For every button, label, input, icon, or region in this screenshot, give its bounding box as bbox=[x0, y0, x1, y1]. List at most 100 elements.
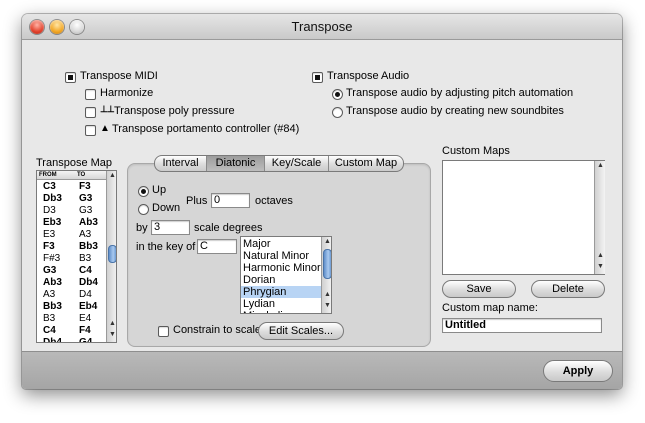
list-item[interactable]: Phrygian bbox=[241, 286, 321, 298]
scroll-up-icon[interactable]: ▲ bbox=[595, 161, 606, 171]
edit-scales-button[interactable]: Edit Scales... bbox=[258, 322, 344, 340]
from-note: Db4 bbox=[43, 337, 62, 343]
scale-degrees-input[interactable]: 3 bbox=[151, 220, 190, 235]
tab-diatonic[interactable]: Diatonic bbox=[207, 156, 265, 171]
from-column-header: FROM bbox=[39, 172, 57, 178]
custom-maps-title: Custom Maps bbox=[442, 145, 510, 157]
table-row[interactable]: Eb3 Ab3 bbox=[37, 217, 106, 229]
from-note: C3 bbox=[43, 181, 56, 192]
window-title: Transpose bbox=[291, 19, 353, 34]
from-note: G3 bbox=[43, 265, 57, 276]
plus-label: Plus bbox=[186, 195, 208, 207]
list-item[interactable]: Natural Minor bbox=[241, 250, 321, 262]
table-row[interactable]: Bb3 Eb4 bbox=[37, 301, 106, 313]
direction-up-radio[interactable] bbox=[138, 186, 149, 197]
to-note: E4 bbox=[79, 313, 92, 324]
scale-list-scrollbar[interactable]: ▲ ▲ ▼ bbox=[321, 237, 331, 313]
scroll-down-icon[interactable]: ▼ bbox=[322, 301, 331, 311]
scroll-down-icon[interactable]: ▼ bbox=[107, 330, 116, 340]
scroll-up-icon[interactable]: ▲ bbox=[107, 171, 116, 181]
transpose-audio-label: Transpose Audio bbox=[327, 70, 410, 82]
list-item[interactable]: Major bbox=[241, 238, 321, 250]
octaves-label: octaves bbox=[255, 195, 293, 207]
scale-list-scroll-thumb[interactable] bbox=[323, 249, 331, 279]
from-note: Db3 bbox=[43, 193, 62, 204]
key-input[interactable]: C bbox=[197, 239, 237, 254]
table-row[interactable]: D3 G3 bbox=[37, 205, 106, 217]
scroll-up-icon[interactable]: ▲ bbox=[322, 237, 331, 247]
from-note: F#3 bbox=[43, 253, 61, 264]
tab-interval[interactable]: Interval bbox=[155, 156, 207, 171]
transpose-map-scroll-thumb[interactable] bbox=[108, 245, 116, 263]
table-row[interactable]: A3 D4 bbox=[37, 289, 106, 301]
table-row[interactable]: F#3 B3 bbox=[37, 253, 106, 265]
audio-pitch-automation-label: Transpose audio by adjusting pitch autom… bbox=[346, 87, 574, 99]
transpose-window: Transpose Transpose MIDI Harmonize ⊥⊥ Tr… bbox=[22, 14, 622, 389]
audio-new-soundbites-label: Transpose audio by creating new soundbit… bbox=[346, 105, 564, 117]
save-map-button[interactable]: Save bbox=[442, 280, 516, 298]
tab-custom-map[interactable]: Custom Map bbox=[329, 156, 403, 171]
from-note: Ab3 bbox=[43, 277, 62, 288]
poly-pressure-icon: ⊥⊥ bbox=[100, 104, 115, 114]
table-row[interactable]: C3 F3 bbox=[37, 181, 106, 193]
to-note: F3 bbox=[79, 181, 91, 192]
dialog-footer: Apply bbox=[22, 351, 622, 389]
table-row[interactable]: F3 Bb3 bbox=[37, 241, 106, 253]
transpose-midi-checkbox[interactable] bbox=[65, 72, 76, 83]
to-note: C4 bbox=[79, 265, 92, 276]
table-row[interactable]: Ab3 Db4 bbox=[37, 277, 106, 289]
from-note: D3 bbox=[43, 205, 56, 216]
list-item[interactable]: Mixolydian bbox=[241, 310, 321, 313]
table-row[interactable]: G3 C4 bbox=[37, 265, 106, 277]
custom-map-name-label: Custom map name: bbox=[442, 302, 538, 314]
scroll-down-icon[interactable]: ▼ bbox=[595, 262, 606, 272]
to-column-header: TO bbox=[77, 172, 86, 178]
transpose-audio-checkbox[interactable] bbox=[312, 72, 323, 83]
table-row[interactable]: C4 F4 bbox=[37, 325, 106, 337]
custom-maps-scrollbar[interactable]: ▲ ▲ ▼ bbox=[594, 161, 605, 274]
constrain-to-scale-checkbox[interactable] bbox=[158, 326, 169, 337]
custom-maps-list[interactable]: ▲ ▲ ▼ bbox=[442, 160, 605, 275]
to-note: B3 bbox=[79, 253, 92, 264]
table-row[interactable]: B3 E4 bbox=[37, 313, 106, 325]
to-note: Ab3 bbox=[79, 217, 98, 228]
tab-bar: Interval Diatonic Key/Scale Custom Map bbox=[154, 155, 404, 172]
from-note: B3 bbox=[43, 313, 56, 324]
to-note: G3 bbox=[79, 193, 93, 204]
table-row[interactable]: Db4 G4 bbox=[37, 337, 106, 343]
list-item[interactable]: Harmonic Minor bbox=[241, 262, 321, 274]
apply-button[interactable]: Apply bbox=[543, 360, 613, 382]
transpose-map-scrollbar[interactable]: ▲ ▲ ▼ bbox=[106, 171, 116, 342]
delete-map-button[interactable]: Delete bbox=[531, 280, 605, 298]
to-note: G3 bbox=[79, 205, 93, 216]
transpose-midi-label: Transpose MIDI bbox=[80, 70, 158, 82]
poly-pressure-label: Transpose poly pressure bbox=[114, 105, 235, 117]
to-note: D4 bbox=[79, 289, 92, 300]
dialog-content: Transpose MIDI Harmonize ⊥⊥ Transpose po… bbox=[22, 41, 622, 351]
list-item[interactable]: Dorian bbox=[241, 274, 321, 286]
audio-new-soundbites-radio[interactable] bbox=[332, 107, 343, 118]
poly-pressure-checkbox[interactable] bbox=[85, 107, 96, 118]
from-note: F3 bbox=[43, 241, 55, 252]
title-bar[interactable]: Transpose bbox=[22, 14, 622, 40]
scroll-up-icon[interactable]: ▲ bbox=[107, 319, 116, 329]
portamento-label: Transpose portamento controller (#84) bbox=[112, 123, 300, 135]
scale-list[interactable]: Major Natural Minor Harmonic Minor Dorian Ph… bbox=[240, 236, 332, 314]
table-row[interactable]: Db3 G3 bbox=[37, 193, 106, 205]
audio-pitch-automation-radio[interactable] bbox=[332, 89, 343, 100]
key-of-label: in the key of bbox=[136, 241, 196, 253]
scroll-up-icon[interactable]: ▲ bbox=[322, 290, 331, 300]
list-item[interactable]: Lydian bbox=[241, 298, 321, 310]
transpose-map-list[interactable]: FROM TO C3 F3 Db3 G3 D3 G3 Eb3 Ab3 E3 A3 F3 Bb3 F#3 B… bbox=[36, 170, 117, 343]
direction-down-radio[interactable] bbox=[138, 204, 149, 215]
direction-up-label: Up bbox=[152, 184, 167, 196]
scroll-up-icon[interactable]: ▲ bbox=[595, 251, 606, 261]
table-row[interactable]: E3 A3 bbox=[37, 229, 106, 241]
scale-degrees-label: scale degrees bbox=[194, 222, 263, 234]
custom-map-name-input[interactable]: Untitled bbox=[442, 318, 602, 333]
portamento-checkbox[interactable] bbox=[85, 125, 96, 136]
tab-key-scale[interactable]: Key/Scale bbox=[265, 156, 329, 171]
from-note: C4 bbox=[43, 325, 56, 336]
harmonize-checkbox[interactable] bbox=[85, 89, 96, 100]
octaves-input[interactable]: 0 bbox=[211, 193, 250, 208]
